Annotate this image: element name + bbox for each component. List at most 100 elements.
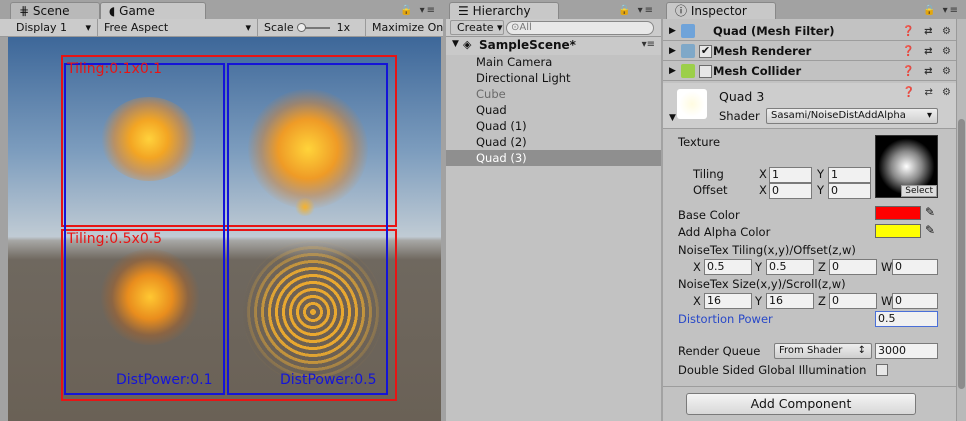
mesh-renderer-icon bbox=[681, 44, 695, 58]
noise-tiling-y-label: Y bbox=[755, 260, 763, 274]
noise-tiling-w-label: W bbox=[881, 260, 893, 274]
hierarchy-panel: ☰ Hierarchy 🔒 ▾≡ Create ▾ ⊙All ▼ ◈ Sampl… bbox=[446, 0, 661, 421]
noise-tiling-label: NoiseTex Tiling(x,y)/Offset(z,w) bbox=[678, 243, 856, 257]
hierarchy-tabrow: ☰ Hierarchy 🔒 ▾≡ bbox=[446, 0, 661, 19]
expand-arrow-icon[interactable]: ▶ bbox=[669, 62, 676, 81]
component-actions-icons[interactable]: ❓ ⇄ ⚙ bbox=[902, 22, 954, 41]
noise-size-z-label: Z bbox=[818, 294, 826, 308]
noise-size-y-input[interactable]: 16 bbox=[766, 293, 814, 309]
tab-scene[interactable]: ⋕ Scene bbox=[10, 2, 100, 19]
maximize-on-play-button[interactable]: Maximize On bbox=[366, 19, 443, 36]
tiling-x-label: X bbox=[759, 167, 767, 181]
aspect-dropdown[interactable]: Free Aspect ▾ bbox=[98, 19, 258, 36]
tiling-label-bottom: Tiling:0.5x0.5 bbox=[67, 231, 163, 247]
mesh-collider-icon bbox=[681, 64, 695, 78]
render-queue-input[interactable]: 3000 bbox=[875, 343, 938, 359]
expand-arrow-icon[interactable]: ▶ bbox=[669, 22, 676, 41]
component-mesh-renderer[interactable]: ▶ ✔ Mesh Renderer ❓ ⇄ ⚙ bbox=[663, 42, 956, 61]
shader-dropdown[interactable]: Sasami/NoiseDistAddAlpha ▾ bbox=[766, 108, 938, 124]
render-queue-dropdown[interactable]: From Shader ↕ bbox=[774, 343, 872, 359]
create-dropdown[interactable]: Create ▾ bbox=[450, 20, 504, 35]
material-name: Quad 3 bbox=[719, 89, 765, 104]
inspector-scrollbar[interactable] bbox=[956, 19, 966, 421]
double-sided-gi-checkbox[interactable] bbox=[876, 364, 888, 376]
scale-handle[interactable] bbox=[297, 23, 307, 32]
tab-hierarchy[interactable]: ☰ Hierarchy bbox=[449, 2, 559, 19]
info-icon: ⓘ bbox=[675, 4, 688, 18]
noise-size-x-input[interactable]: 16 bbox=[704, 293, 752, 309]
divider bbox=[663, 386, 956, 387]
component-actions-icons[interactable]: ❓ ⇄ ⚙ bbox=[902, 42, 954, 61]
base-color-swatch[interactable] bbox=[875, 206, 921, 220]
inspector-panel: ⓘ Inspector 🔒 ▾≡ ▶ Quad (Mesh Filter) ❓ … bbox=[663, 0, 966, 421]
eyedropper-icon[interactable]: ✎ bbox=[925, 223, 935, 237]
hierarchy-item-cube[interactable]: Cube bbox=[476, 86, 506, 102]
scale-label: Scale bbox=[264, 21, 294, 34]
display-dropdown[interactable]: Display 1 ▾ bbox=[10, 19, 98, 36]
dropdown-arrow-icon: ▾ bbox=[85, 21, 91, 34]
component-mesh-collider[interactable]: ▶ Mesh Collider ❓ ⇄ ⚙ bbox=[663, 62, 956, 81]
add-alpha-color-swatch[interactable] bbox=[875, 224, 921, 238]
hierarchy-item-quad-2[interactable]: Quad (2) bbox=[476, 134, 527, 150]
texture-select-button[interactable]: Select bbox=[901, 185, 937, 197]
hierarchy-tab-menu-icon[interactable]: 🔒 ▾≡ bbox=[618, 5, 655, 16]
hierarchy-item-quad-3[interactable]: Quad (3) bbox=[476, 150, 527, 166]
scale-value: 1x bbox=[336, 21, 351, 34]
shader-label: Shader bbox=[719, 109, 760, 123]
material-preview-icon bbox=[677, 89, 707, 119]
base-color-label: Base Color bbox=[678, 208, 740, 222]
component-actions-icons[interactable]: ❓ ⇄ ⚙ bbox=[902, 62, 954, 81]
mesh-collider-enabled-checkbox[interactable] bbox=[699, 65, 712, 78]
expand-arrow-icon[interactable]: ▼ bbox=[452, 39, 459, 49]
expand-arrow-icon[interactable]: ▶ bbox=[669, 42, 676, 61]
noise-tiling-y-input[interactable]: 0.5 bbox=[766, 259, 814, 275]
distortion-power-label: Distortion Power bbox=[678, 312, 773, 326]
tab-inspector[interactable]: ⓘ Inspector bbox=[666, 2, 776, 19]
tiling-x-input[interactable]: 1 bbox=[769, 167, 812, 183]
hierarchy-toolbar: Create ▾ ⊙All bbox=[446, 19, 661, 37]
noise-size-x-label: X bbox=[693, 294, 701, 308]
blue-distortion-box-left bbox=[64, 63, 225, 395]
eyedropper-icon[interactable]: ✎ bbox=[925, 205, 935, 219]
inspector-tab-menu-icon[interactable]: 🔒 ▾≡ bbox=[923, 5, 960, 16]
noise-tiling-x-input[interactable]: 0.5 bbox=[704, 259, 752, 275]
shader-value: Sasami/NoiseDistAddAlpha bbox=[771, 110, 906, 121]
tab-game[interactable]: ◖ Game bbox=[100, 2, 206, 19]
game-viewport[interactable]: Tiling:0.1x0.1 Tiling:0.5x0.5 DistPower:… bbox=[8, 37, 441, 421]
texture-thumbnail[interactable]: Select bbox=[875, 135, 938, 198]
component-mesh-collider-label: Mesh Collider bbox=[713, 64, 802, 78]
hierarchy-item-quad[interactable]: Quad bbox=[476, 102, 507, 118]
dropdown-arrow-icon: ▾ bbox=[245, 21, 251, 34]
offset-y-label: Y bbox=[817, 183, 825, 197]
hierarchy-item-quad-1[interactable]: Quad (1) bbox=[476, 118, 527, 134]
offset-x-input[interactable]: 0 bbox=[769, 183, 812, 199]
component-mesh-filter-label: Quad (Mesh Filter) bbox=[713, 24, 835, 38]
material-header: Quad 3 Shader Sasami/NoiseDistAddAlpha ▾ … bbox=[663, 83, 956, 129]
game-tab-menu-icon[interactable]: 🔒 ▾≡ bbox=[400, 5, 437, 16]
add-alpha-color-label: Add Alpha Color bbox=[678, 225, 771, 239]
component-mesh-filter[interactable]: ▶ Quad (Mesh Filter) ❓ ⇄ ⚙ bbox=[663, 22, 956, 41]
double-sided-gi-label: Double Sided Global Illumination bbox=[678, 363, 867, 377]
noise-size-w-input[interactable]: 0 bbox=[892, 293, 938, 309]
expand-arrow-icon[interactable]: ▼ bbox=[669, 113, 676, 123]
noise-size-label: NoiseTex Size(x,y)/Scroll(z,w) bbox=[678, 277, 846, 291]
mesh-renderer-enabled-checkbox[interactable]: ✔ bbox=[699, 45, 712, 58]
noise-size-z-input[interactable]: 0 bbox=[829, 293, 877, 309]
scale-slider[interactable]: Scale 1x bbox=[258, 19, 366, 36]
noise-tiling-z-input[interactable]: 0 bbox=[829, 259, 877, 275]
hierarchy-item-directional-light[interactable]: Directional Light bbox=[476, 70, 571, 86]
add-component-button[interactable]: Add Component bbox=[686, 393, 916, 415]
tiling-label: Tiling bbox=[693, 167, 724, 181]
distpower-label-right: DistPower:0.5 bbox=[280, 372, 377, 388]
scene-menu-icon[interactable]: ▾≡ bbox=[642, 39, 655, 50]
noise-tiling-w-input[interactable]: 0 bbox=[892, 259, 938, 275]
scene-header-row[interactable]: ▼ ◈ SampleScene* ▾≡ bbox=[446, 37, 661, 55]
hierarchy-item-main-camera[interactable]: Main Camera bbox=[476, 54, 552, 70]
scrollbar-thumb[interactable] bbox=[958, 119, 965, 389]
tiling-y-label: Y bbox=[817, 167, 825, 181]
hierarchy-search-input[interactable]: ⊙All bbox=[506, 21, 654, 35]
offset-y-input[interactable]: 0 bbox=[828, 183, 871, 199]
tiling-y-input[interactable]: 1 bbox=[828, 167, 871, 183]
material-actions-icons[interactable]: ❓ ⇄ ⚙ bbox=[903, 87, 954, 98]
distortion-power-input[interactable]: 0.5 bbox=[875, 311, 938, 327]
